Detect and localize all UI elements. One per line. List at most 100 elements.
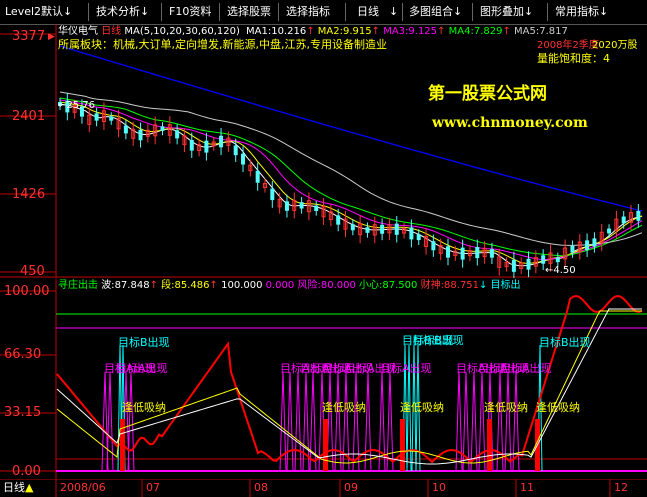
signal-target-a: 目标A出现 <box>116 362 168 375</box>
toolbar-multi-chart-button[interactable]: 多图组合↓ <box>406 2 465 22</box>
date-label: 12 <box>614 481 628 494</box>
signal-spike-a <box>294 371 302 472</box>
candle-body <box>541 255 546 264</box>
candle-body <box>299 202 304 209</box>
price-chart-panel[interactable]: 3377 ▶ 2401 1426 450 华仪电气 日线 MA(5,10,20,… <box>0 24 647 278</box>
candle-body <box>431 241 436 251</box>
y-label-top: 3377 <box>12 29 46 44</box>
signal-spike-a <box>334 371 342 472</box>
date-label: 07 <box>146 481 160 494</box>
wave-line-red <box>56 294 643 464</box>
candle-body <box>350 224 355 231</box>
signal-spike-a <box>286 371 294 472</box>
toolbar-level2-button[interactable]: Level2默认↓ <box>2 2 75 22</box>
signal-target-b: 目标B出现 <box>118 336 170 349</box>
candle-body <box>585 240 590 251</box>
toolbar-overlay-button[interactable]: 图形叠加↓ <box>477 2 536 22</box>
candle-body <box>219 135 224 148</box>
candle-body <box>475 247 480 259</box>
signal-low-buy: 逢低吸纳 <box>536 401 580 414</box>
ind-y-label: 0.00 <box>12 464 41 479</box>
toolbar-divider <box>345 3 346 21</box>
toolbar-f10-button[interactable]: F10资料 <box>166 2 214 22</box>
watermark-url: www.chnmoney.com <box>432 115 588 131</box>
date-label: 2008/06 <box>60 481 106 494</box>
candle-body <box>460 247 465 260</box>
signal-target-b: 目标B出现 <box>412 334 464 347</box>
low-buy-bar <box>400 419 405 471</box>
signal-low-buy: 逢低吸纳 <box>122 401 166 414</box>
signal-low-buy: 逢低吸纳 <box>400 401 444 414</box>
candle-body <box>233 145 238 156</box>
indicator-title: 寻庄出击 <box>58 280 98 291</box>
quarter-text: 2008年2季度 <box>537 40 599 51</box>
candle-body <box>160 126 165 131</box>
candle-body <box>270 188 275 201</box>
signal-spike-a <box>455 371 463 472</box>
date-label: 10 <box>432 481 446 494</box>
candle-body <box>446 246 450 258</box>
candle-body <box>570 245 575 253</box>
candle-body <box>255 170 260 183</box>
collapse-arrow-icon[interactable]: ▶ <box>48 31 55 44</box>
period-label: 日线 <box>101 26 122 37</box>
period-tab[interactable]: 日线▲ <box>3 481 33 494</box>
low-buy-bar <box>487 419 492 471</box>
candle-body <box>175 130 180 139</box>
toolbar: Level2默认↓ 技术分析↓ F10资料 选择股票 选择指标 日线 ↓ 多图组合… <box>0 0 647 25</box>
chevron-down-icon: ↓ <box>140 5 150 18</box>
candle-body <box>365 227 370 233</box>
date-label: 09 <box>344 481 358 494</box>
signal-spike-a <box>106 371 114 472</box>
candle-body <box>511 259 516 272</box>
chevron-down-icon: ↓ <box>524 5 534 18</box>
candle-body <box>336 215 341 225</box>
stock-name: 华仪电气 <box>58 26 98 37</box>
signal-low-buy: 逢低吸纳 <box>322 401 366 414</box>
saturation-text: 量能饱和度：4 <box>537 52 610 65</box>
y-label: 1426 <box>12 187 46 202</box>
chevron-down-icon: ↓ <box>389 5 399 18</box>
ma-header: 华仪电气 日线 MA(5,10,20,30,60,120) <box>58 25 240 38</box>
signal-spike-a <box>496 371 504 472</box>
date-axis: 日线▲ 2008/06 07 08 09 10 11 12 <box>0 479 647 497</box>
chevron-down-icon: ↓ <box>63 5 73 18</box>
toolbar-period-button[interactable]: 日线 ↓ <box>354 2 401 22</box>
toolbar-divider <box>402 3 403 21</box>
toolbar-tech-analysis-button[interactable]: 技术分析↓ <box>93 2 152 22</box>
indicator-panel[interactable]: 寻庄出击 波:87.848↑ 段:85.486↑ 100.000 0.000 风… <box>0 279 647 479</box>
toolbar-select-stock-button[interactable]: 选择股票 <box>224 2 274 22</box>
toolbar-divider <box>219 3 220 21</box>
chevron-down-icon: ↓ <box>599 5 609 18</box>
y-label: 2401 <box>12 109 46 124</box>
candle-body <box>241 153 246 165</box>
share-text: 2020万股 <box>592 40 638 51</box>
indicator-lines <box>56 294 643 465</box>
candle-body <box>489 249 494 258</box>
wave-line-white <box>56 308 642 465</box>
toolbar-select-indicator-button[interactable]: 选择指标 <box>283 2 333 22</box>
candle-body <box>189 139 194 151</box>
candle-body <box>607 228 612 234</box>
signal-spike-a <box>364 371 372 472</box>
date-label: 11 <box>520 481 534 494</box>
toolbar-divider <box>278 3 279 21</box>
toolbar-common-indicators-button[interactable]: 常用指标↓ <box>552 2 611 22</box>
candle-body <box>394 223 399 235</box>
ma-values: MA1:10.216↑ MA2:9.915↑ MA3:9.125↑ MA4:7.… <box>246 26 568 37</box>
toolbar-divider <box>88 3 89 21</box>
signal-target-a: 目标A出现 <box>380 362 432 375</box>
sector-text: 所属板块：机械,大订单,定向增发,新能源,中盘,江苏,专用设备制造业 <box>58 38 387 51</box>
candle-body <box>109 116 114 121</box>
ind-y-label: 66.30 <box>4 347 42 362</box>
ind-y-label: 100.00 <box>4 284 50 299</box>
ma-params: MA(5,10,20,30,60,120) <box>124 26 240 37</box>
toolbar-divider <box>472 3 473 21</box>
indicator-chart <box>0 279 647 479</box>
candle-body <box>636 210 641 221</box>
toolbar-divider <box>161 3 162 21</box>
candle-body <box>94 113 99 121</box>
watermark-title: 第一股票公式网 <box>428 84 547 104</box>
chevron-down-icon: ↓ <box>453 5 463 18</box>
candle-body <box>416 234 421 241</box>
